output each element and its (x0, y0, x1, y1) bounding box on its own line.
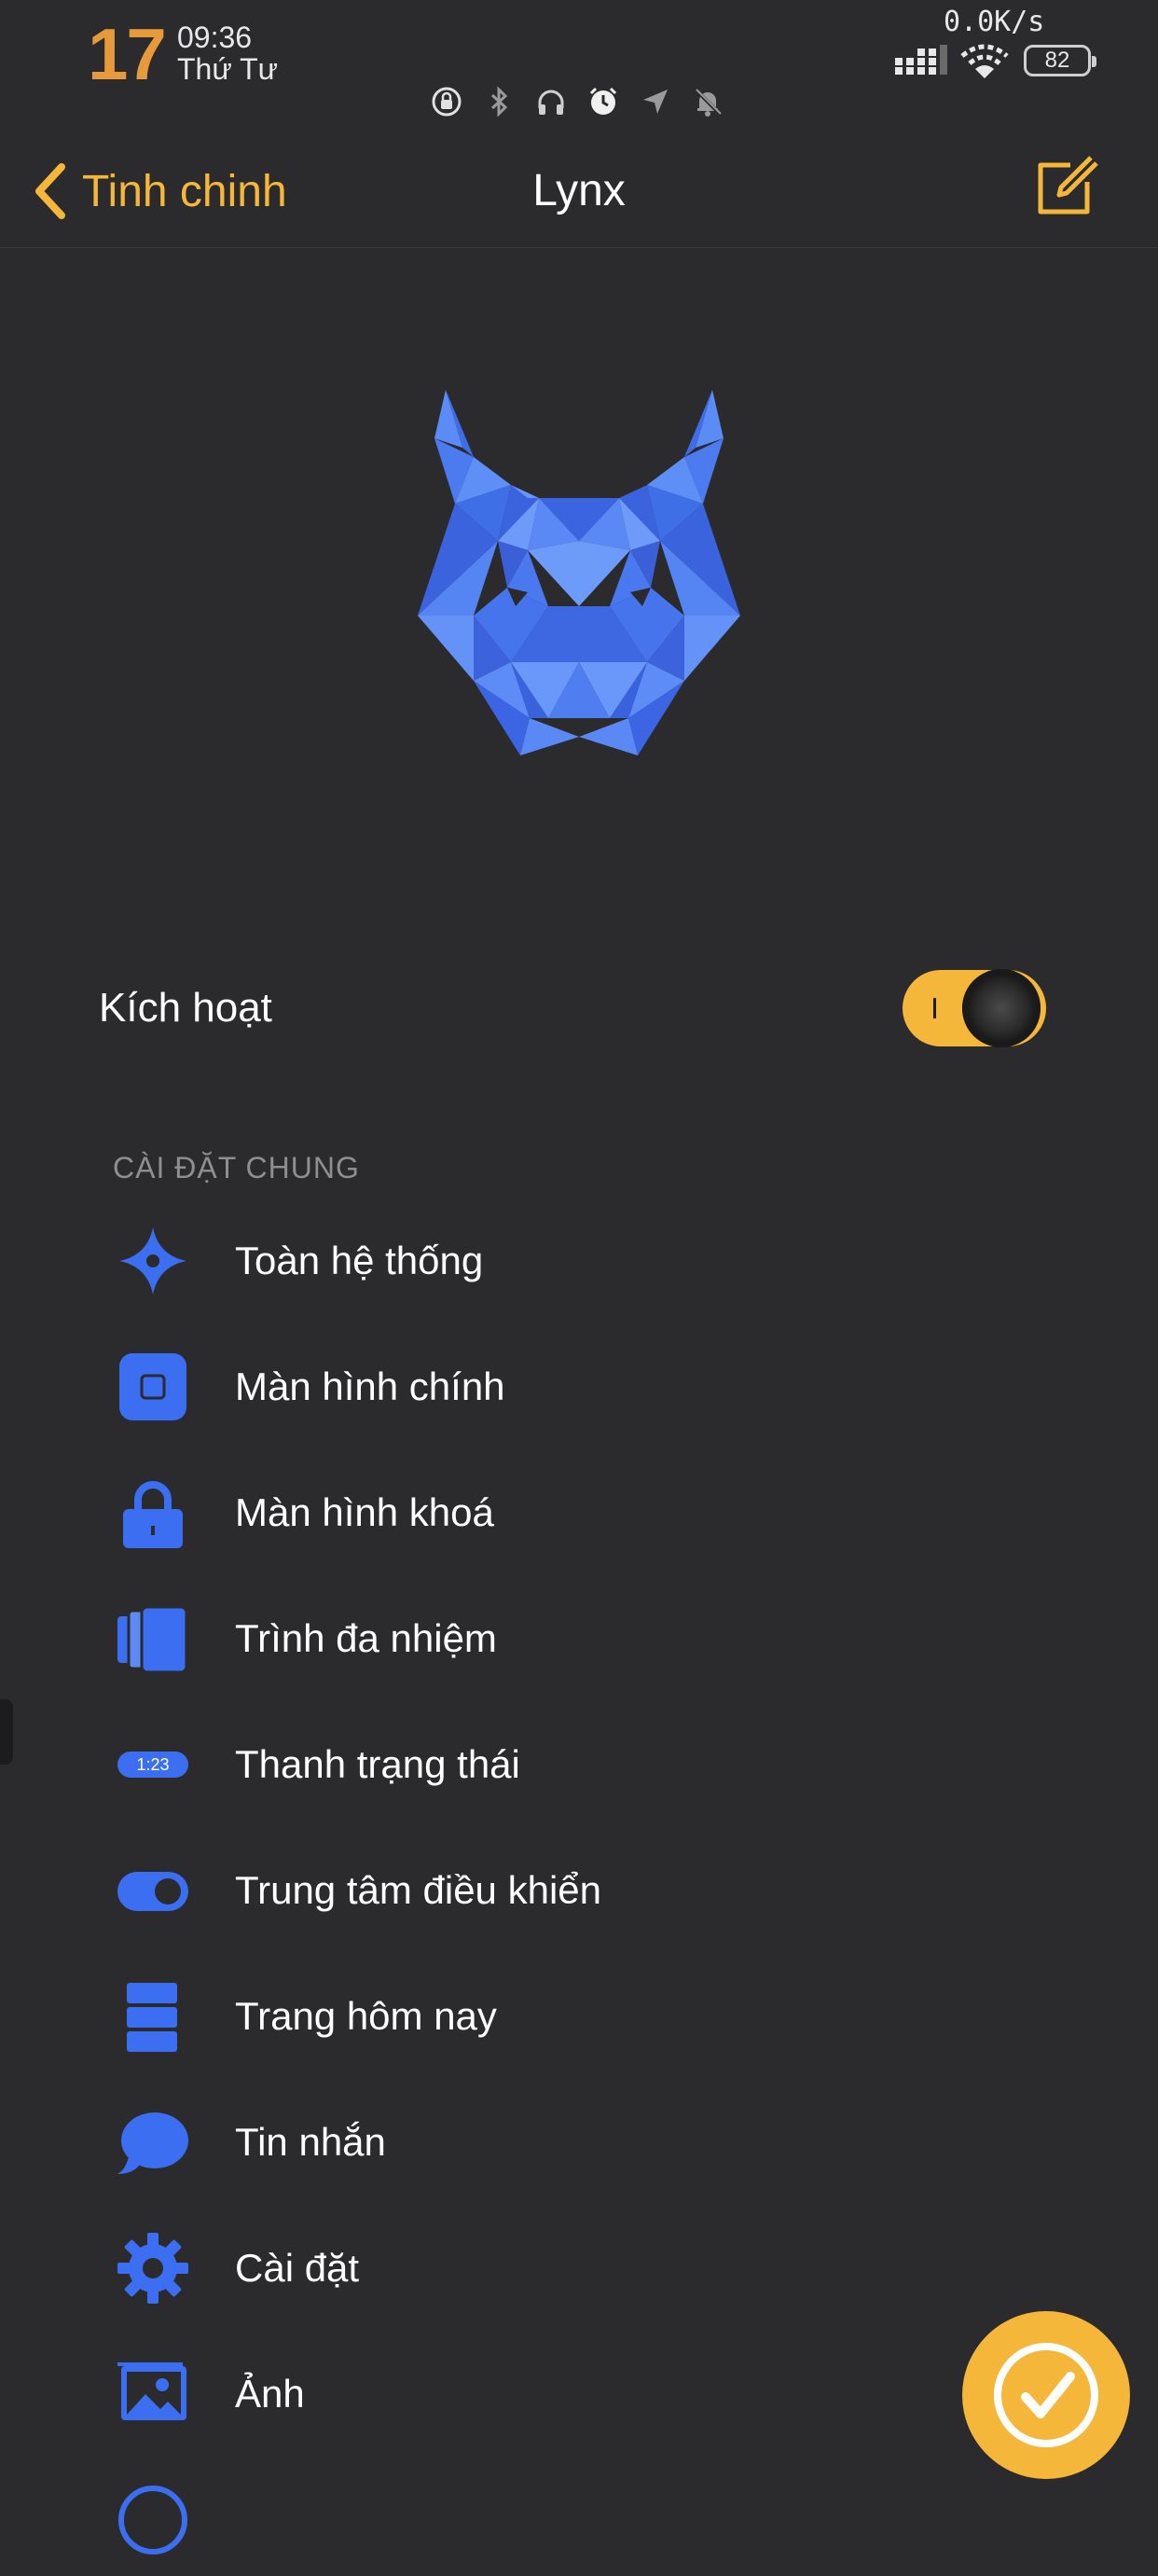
silent-icon (692, 86, 724, 118)
section-header: CÀI ĐẶT CHUNG (113, 1151, 360, 1184)
list-item-label: Thanh trạng thái (235, 1742, 520, 1786)
side-handle[interactable] (0, 1699, 13, 1765)
toggle-icon (116, 1853, 190, 1928)
checkmark-icon (994, 2343, 1098, 2447)
list-item-label: Trung tâm điều khiển (235, 1868, 601, 1912)
photos-icon (116, 2357, 190, 2431)
list-item-label: Cài đặt (235, 2246, 360, 2290)
widgets-icon (116, 1979, 190, 2054)
headphones-icon (535, 86, 567, 118)
battery-indicator: 82 (1024, 45, 1096, 76)
alarm-icon (587, 86, 619, 118)
list-item-control-center[interactable]: Trung tâm điều khiển (0, 1835, 1158, 1946)
message-icon (116, 2105, 190, 2180)
list-item-settings[interactable]: Cài đặt (0, 2212, 1158, 2324)
status-bar: 17 09:36 Thứ Tư 0.0K/s 82 (0, 0, 1158, 135)
sparkle-icon (116, 1224, 190, 1298)
list-item-system-wide[interactable]: Toàn hệ thống (0, 1205, 1158, 1317)
bluetooth-icon (483, 86, 515, 118)
toggle-on-indicator (933, 998, 936, 1018)
wifi-icon (960, 44, 1009, 78)
list-item-status-bar[interactable]: 1:23 Thanh trạng thái (0, 1709, 1158, 1821)
confirm-button[interactable] (962, 2311, 1130, 2479)
list-item-label: Trình đa nhiệm (235, 1616, 497, 1660)
edit-button[interactable] (1033, 154, 1098, 219)
list-item-multitasking[interactable]: Trình đa nhiệm (0, 1583, 1158, 1695)
status-day: 17 (88, 13, 167, 95)
toggle-knob (962, 969, 1041, 1047)
list-item-messages[interactable]: Tin nhắn (0, 2086, 1158, 2198)
list-item-label: Màn hình khoá (235, 1490, 494, 1534)
signal-icon (895, 45, 947, 75)
activate-label: Kích hoạt (99, 985, 272, 1031)
status-bar-icon: 1:23 (116, 1727, 190, 1802)
activate-toggle[interactable] (903, 969, 1046, 1047)
list-item-today-view[interactable]: Trang hôm nay (0, 1960, 1158, 2072)
status-time: 09:36 (177, 21, 253, 54)
location-icon (640, 86, 671, 118)
status-icons (431, 86, 724, 118)
edit-icon (1038, 156, 1098, 215)
multitasking-icon (116, 1601, 190, 1676)
page-title: Lynx (532, 166, 626, 215)
partial-icon (116, 2483, 190, 2557)
orientation-lock-icon (431, 86, 462, 118)
navigation-bar: Tinh chinh Lynx (0, 135, 1158, 248)
list-item-label: Trang hôm nay (235, 1994, 497, 2038)
list-item-lock-screen[interactable]: Màn hình khoá (0, 1457, 1158, 1569)
network-speed: 0.0K/s (944, 6, 1045, 38)
status-weekday: Thứ Tư (177, 52, 279, 86)
list-item-label: Tin nhắn (235, 2120, 386, 2164)
gear-icon (116, 2231, 190, 2306)
list-item-label: Toàn hệ thống (235, 1239, 484, 1282)
list-item-label: Màn hình chính (235, 1364, 505, 1408)
list-item-label: Ảnh (235, 2372, 305, 2416)
list-item-home-screen[interactable]: Màn hình chính (0, 1331, 1158, 1443)
lynx-logo (418, 390, 740, 755)
status-bar-icon-text: 1:23 (136, 1755, 169, 1774)
activate-row: Kích hoạt (0, 969, 1158, 1047)
list-item-partial[interactable] (0, 2464, 1158, 2576)
lock-icon (116, 1475, 190, 1550)
home-screen-icon (116, 1350, 190, 1424)
